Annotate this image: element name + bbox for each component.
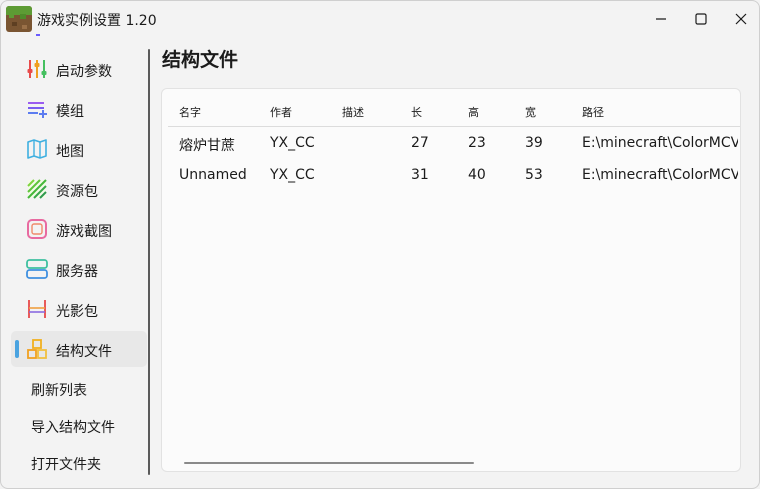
title-bar[interactable]: 游戏实例设置 1.20 — [1, 1, 759, 37]
resource-pack-icon — [27, 179, 47, 199]
column-header-length[interactable]: 长 — [411, 104, 422, 120]
refresh-list-button[interactable]: 刷新列表 — [11, 373, 147, 403]
grass-block-icon — [6, 6, 32, 32]
close-button[interactable] — [721, 1, 759, 37]
table-header: 名字 作者 描述 长 高 宽 路径 — [162, 89, 740, 127]
cell-name: 熔炉甘蔗 — [179, 138, 235, 154]
cell-path: E:\minecraft\ColorMCV — [582, 167, 738, 183]
cell-length: 27 — [411, 135, 429, 151]
sidebar-item-launch-args[interactable]: 启动参数 — [11, 51, 147, 87]
sidebar-item-label: 资源包 — [56, 184, 98, 200]
minimize-icon — [656, 18, 666, 20]
shader-pack-icon — [28, 300, 46, 318]
column-header-path[interactable]: 路径 — [582, 104, 604, 120]
maximize-icon — [695, 13, 707, 25]
sidebar-item-label: 游戏截图 — [56, 224, 112, 240]
cell-length: 31 — [411, 167, 429, 183]
column-header-height[interactable]: 高 — [468, 104, 479, 120]
import-structure-button[interactable]: 导入结构文件 — [11, 410, 147, 440]
column-header-name[interactable]: 名字 — [179, 104, 201, 120]
cell-author: YX_CC — [270, 167, 315, 183]
close-icon — [735, 13, 747, 25]
mod-list-icon — [28, 102, 47, 118]
sidebar-item-label: 光影包 — [56, 304, 98, 320]
structure-table: 名字 作者 描述 长 高 宽 路径 熔炉甘蔗 YX_CC 27 23 39 E:… — [161, 88, 741, 472]
action-label: 导入结构文件 — [31, 420, 115, 436]
page-title: 结构文件 — [162, 49, 239, 71]
sidebar-item-label: 地图 — [56, 144, 84, 160]
sidebar-item-structures[interactable]: 结构文件 — [11, 331, 147, 367]
structure-icon — [27, 339, 47, 359]
cell-author: YX_CC — [270, 135, 315, 151]
sidebar-item-maps[interactable]: 地图 — [11, 131, 147, 167]
sidebar-item-resource-packs[interactable]: 资源包 — [11, 171, 147, 207]
column-header-author[interactable]: 作者 — [270, 104, 292, 120]
cell-path: E:\minecraft\ColorMCV — [582, 135, 738, 151]
map-icon — [27, 139, 47, 159]
sidebar: 启动参数 模组 地图 资源包 游戏截图 服务器 光影包 结构文件 刷新列表 导入… — [1, 37, 151, 488]
screenshot-icon — [27, 219, 47, 239]
horizontal-scrollbar[interactable] — [184, 462, 474, 464]
sidebar-item-shader-packs[interactable]: 光影包 — [11, 291, 147, 327]
open-folder-button[interactable]: 打开文件夹 — [11, 447, 147, 477]
sidebar-item-label: 模组 — [56, 104, 84, 120]
window-title: 游戏实例设置 1.20 — [37, 13, 157, 29]
maximize-button[interactable] — [681, 1, 721, 37]
cell-height: 23 — [468, 135, 486, 151]
cell-height: 40 — [468, 167, 486, 183]
title-underline — [36, 34, 40, 36]
action-label: 打开文件夹 — [31, 457, 101, 473]
minimize-button[interactable] — [641, 1, 681, 37]
sidebar-scrollbar[interactable] — [148, 49, 150, 475]
column-header-width[interactable]: 宽 — [525, 104, 536, 120]
sidebar-item-label: 启动参数 — [56, 64, 112, 80]
sidebar-item-servers[interactable]: 服务器 — [11, 251, 147, 287]
table-row[interactable]: Unnamed YX_CC 31 40 53 E:\minecraft\Colo… — [162, 159, 740, 191]
cell-width: 53 — [525, 167, 543, 183]
column-header-description[interactable]: 描述 — [342, 104, 364, 120]
sidebar-item-mods[interactable]: 模组 — [11, 91, 147, 127]
action-label: 刷新列表 — [31, 383, 87, 399]
server-icon — [26, 259, 48, 279]
sliders-icon — [27, 60, 47, 78]
sidebar-item-screenshots[interactable]: 游戏截图 — [11, 211, 147, 247]
cell-name: Unnamed — [179, 167, 247, 183]
sidebar-item-label: 结构文件 — [56, 344, 112, 360]
active-indicator — [15, 340, 19, 358]
table-row[interactable]: 熔炉甘蔗 YX_CC 27 23 39 E:\minecraft\ColorMC… — [162, 127, 740, 159]
cell-width: 39 — [525, 135, 543, 151]
sidebar-item-label: 服务器 — [56, 264, 98, 280]
app-window: 游戏实例设置 1.20 启动参数 模组 地图 资源包 游戏截图 服务器 光影包 … — [0, 0, 760, 489]
